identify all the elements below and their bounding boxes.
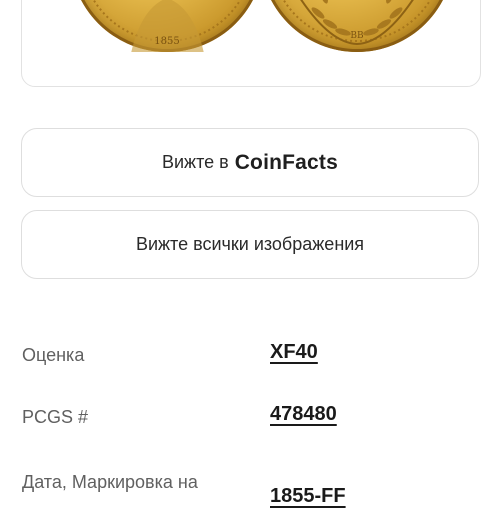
pcgs-number-link[interactable]: 478480 xyxy=(270,403,337,426)
grade-value-link[interactable]: XF40 xyxy=(270,341,318,364)
coin-reverse-image[interactable]: BB xyxy=(260,0,454,52)
view-in-coinfacts-button[interactable]: Вижте в CoinFacts xyxy=(21,128,479,197)
pcgs-number-label: PCGS # xyxy=(22,407,89,427)
coin-obverse-icon: 1855 xyxy=(92,0,242,52)
coinfacts-button-prefix: Вижте в xyxy=(161,152,229,172)
coin-image-card[interactable]: 1855 BB xyxy=(21,0,481,87)
grade-label: Оценка xyxy=(22,345,85,365)
view-all-images-button[interactable]: Вижте всички изображения xyxy=(21,210,479,279)
view-all-images-label: Вижте всички изображения xyxy=(135,234,365,254)
coin-obverse-image[interactable]: 1855 xyxy=(70,0,264,52)
svg-text:BB: BB xyxy=(350,31,364,41)
date-mintmark-link[interactable]: 1855-FF xyxy=(270,485,346,508)
date-mintmark-label: Дата, Маркировка на xyxy=(22,472,198,492)
svg-text:1855: 1855 xyxy=(154,36,179,47)
coinfacts-logo-text: CoinFacts xyxy=(234,150,339,174)
laurel-wreath-icon: BB xyxy=(282,0,432,46)
